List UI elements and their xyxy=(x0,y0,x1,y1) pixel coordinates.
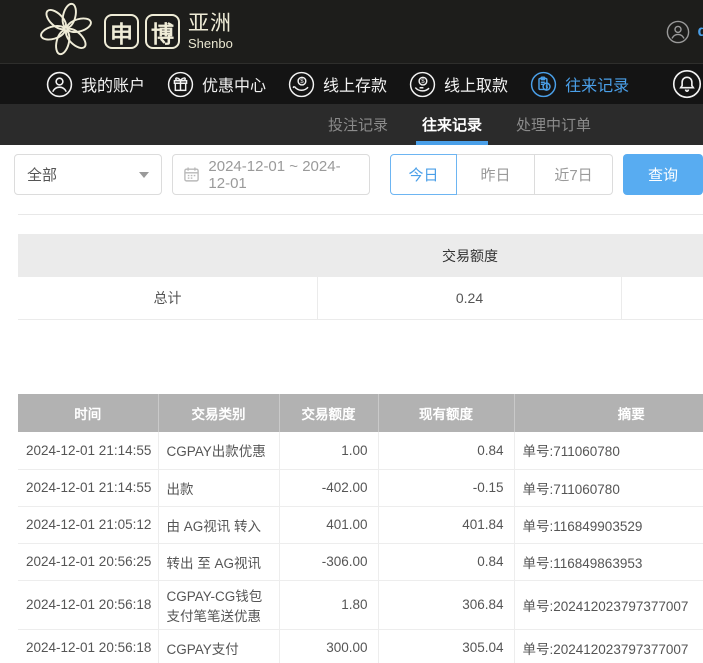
cell-time: 2024-12-01 20:56:25 xyxy=(18,543,158,580)
summary-header-amount: 交易额度 xyxy=(318,234,622,277)
yesterday-button[interactable]: 昨日 xyxy=(457,154,535,195)
avatar-icon xyxy=(666,20,690,44)
table-row: 2024-12-01 20:56:25 转出 至 AG视讯 -306.00 0.… xyxy=(18,543,703,580)
tab-transaction-records[interactable]: 往来记录 xyxy=(422,104,482,145)
cell-type: 转出 至 AG视讯 xyxy=(158,543,279,580)
hand-coin-withdraw-icon: $ xyxy=(409,71,436,98)
flower-logo-icon xyxy=(36,1,96,62)
type-select[interactable]: 全部 xyxy=(14,154,162,195)
summary-total-value: 0.24 xyxy=(318,277,622,319)
last7days-button[interactable]: 近7日 xyxy=(535,154,613,195)
col-header-memo: 摘要 xyxy=(514,394,703,432)
tab-pending-orders[interactable]: 处理中订单 xyxy=(516,104,591,145)
table-row: 2024-12-01 20:56:18 CGPAY-CG钱包支付笔笔送优惠 1.… xyxy=(18,580,703,629)
tab-bet-records[interactable]: 投注记录 xyxy=(328,104,388,145)
cell-memo: 单号:116849863953 xyxy=(514,543,703,580)
col-header-amount: 交易额度 xyxy=(279,394,378,432)
date-range-input[interactable]: 2024-12-01 ~ 2024-12-01 xyxy=(172,154,370,195)
cell-amount: 300.00 xyxy=(279,629,378,663)
user-account-link[interactable]: qh xyxy=(666,20,703,44)
cell-balance: -0.15 xyxy=(378,469,514,506)
nav-item-label: 线上取款 xyxy=(444,72,508,96)
col-header-balance: 现有额度 xyxy=(378,394,514,432)
cell-type: CGPAY支付 xyxy=(158,629,279,663)
summary-table: 交易额度 总计 0.24 xyxy=(18,234,703,320)
nav-item-withdraw[interactable]: $ 线上取款 xyxy=(409,71,508,98)
cell-amount: 1.80 xyxy=(279,580,378,629)
nav-item-label: 线上存款 xyxy=(323,72,387,96)
brand-char-shen: 申 xyxy=(104,14,139,49)
filter-row: 全部 2024-12-01 ~ 2024-12-01 今日 昨日 近7日 查询 xyxy=(14,154,703,195)
nav-item-transaction-records[interactable]: 往来记录 xyxy=(530,71,629,98)
cell-amount: 1.00 xyxy=(279,432,378,469)
chevron-down-icon xyxy=(139,172,149,178)
nav-item-promotions[interactable]: 优惠中心 xyxy=(167,71,266,98)
brand-logo[interactable]: 申 博 亚洲 Shenbo xyxy=(36,1,233,62)
cell-balance: 401.84 xyxy=(378,506,514,543)
today-button[interactable]: 今日 xyxy=(390,154,457,195)
cell-amount: 401.00 xyxy=(279,506,378,543)
type-select-value: 全部 xyxy=(27,164,57,185)
table-row: 2024-12-01 21:14:55 出款 -402.00 -0.15 单号:… xyxy=(18,469,703,506)
cell-balance: 0.84 xyxy=(378,432,514,469)
section-divider xyxy=(18,214,703,215)
records-tab-bar: 投注记录 往来记录 处理中订单 xyxy=(0,104,703,145)
cell-type: CGPAY-CG钱包支付笔笔送优惠 xyxy=(158,580,279,629)
nav-item-label: 我的账户 xyxy=(81,72,145,96)
brand-region-block: 亚洲 Shenbo xyxy=(188,13,233,50)
hand-coin-deposit-icon: $ xyxy=(288,71,315,98)
username: qh xyxy=(697,23,703,41)
top-header: 申 博 亚洲 Shenbo qh xyxy=(0,0,703,63)
calendar-icon xyxy=(183,166,200,183)
transaction-records-page: 申 博 亚洲 Shenbo qh xyxy=(0,0,703,663)
nav-item-deposit[interactable]: $ 线上存款 xyxy=(288,71,387,98)
cell-balance: 306.84 xyxy=(378,580,514,629)
cell-time: 2024-12-01 21:14:55 xyxy=(18,469,158,506)
table-row: 2024-12-01 21:05:12 由 AG视讯 转入 401.00 401… xyxy=(18,506,703,543)
brand-region: 亚洲 xyxy=(188,13,233,34)
cell-balance: 305.04 xyxy=(378,629,514,663)
records-header-row: 时间 交易类别 交易额度 现有额度 摘要 xyxy=(18,394,703,432)
date-range-value: 2024-12-01 ~ 2024-12-01 xyxy=(208,158,359,192)
cell-memo: 单号:202412023797377007 xyxy=(514,580,703,629)
cell-memo: 单号:116849903529 xyxy=(514,506,703,543)
cell-type: 出款 xyxy=(158,469,279,506)
notifications-bell-icon[interactable] xyxy=(672,69,702,99)
quick-range-group: 今日 昨日 近7日 xyxy=(390,154,613,195)
cell-time: 2024-12-01 21:05:12 xyxy=(18,506,158,543)
gift-icon xyxy=(167,71,194,98)
user-icon xyxy=(46,71,73,98)
search-button[interactable]: 查询 xyxy=(623,154,703,195)
col-header-time: 时间 xyxy=(18,394,158,432)
records-table: 时间 交易类别 交易额度 现有额度 摘要 2024-12-01 21:14:55… xyxy=(18,394,703,663)
cell-memo: 单号:711060780 xyxy=(514,469,703,506)
nav-item-my-account[interactable]: 我的账户 xyxy=(46,71,145,98)
clipboard-clock-icon xyxy=(530,71,557,98)
cell-amount: -402.00 xyxy=(279,469,378,506)
summary-header-spacer xyxy=(18,234,318,277)
cell-time: 2024-12-01 20:56:18 xyxy=(18,629,158,663)
cell-memo: 单号:202412023797377007 xyxy=(514,629,703,663)
cell-memo: 单号:711060780 xyxy=(514,432,703,469)
main-nav: 我的账户 优惠中心 $ xyxy=(0,63,703,104)
table-row: 2024-12-01 21:14:55 CGPAY出款优惠 1.00 0.84 … xyxy=(18,432,703,469)
table-row: 2024-12-01 20:56:18 CGPAY支付 300.00 305.0… xyxy=(18,629,703,663)
nav-item-label: 往来记录 xyxy=(565,72,629,96)
cell-time: 2024-12-01 20:56:18 xyxy=(18,580,158,629)
cell-amount: -306.00 xyxy=(279,543,378,580)
cell-type: CGPAY出款优惠 xyxy=(158,432,279,469)
cell-balance: 0.84 xyxy=(378,543,514,580)
summary-total-row: 总计 0.24 xyxy=(18,277,703,320)
brand-char-bo: 博 xyxy=(145,14,180,49)
col-header-type: 交易类别 xyxy=(158,394,279,432)
cell-type: 由 AG视讯 转入 xyxy=(158,506,279,543)
summary-total-label: 总计 xyxy=(18,277,318,319)
cell-time: 2024-12-01 21:14:55 xyxy=(18,432,158,469)
brand-name-en: Shenbo xyxy=(188,37,233,50)
nav-item-label: 优惠中心 xyxy=(202,72,266,96)
summary-header-row: 交易额度 xyxy=(18,234,703,277)
